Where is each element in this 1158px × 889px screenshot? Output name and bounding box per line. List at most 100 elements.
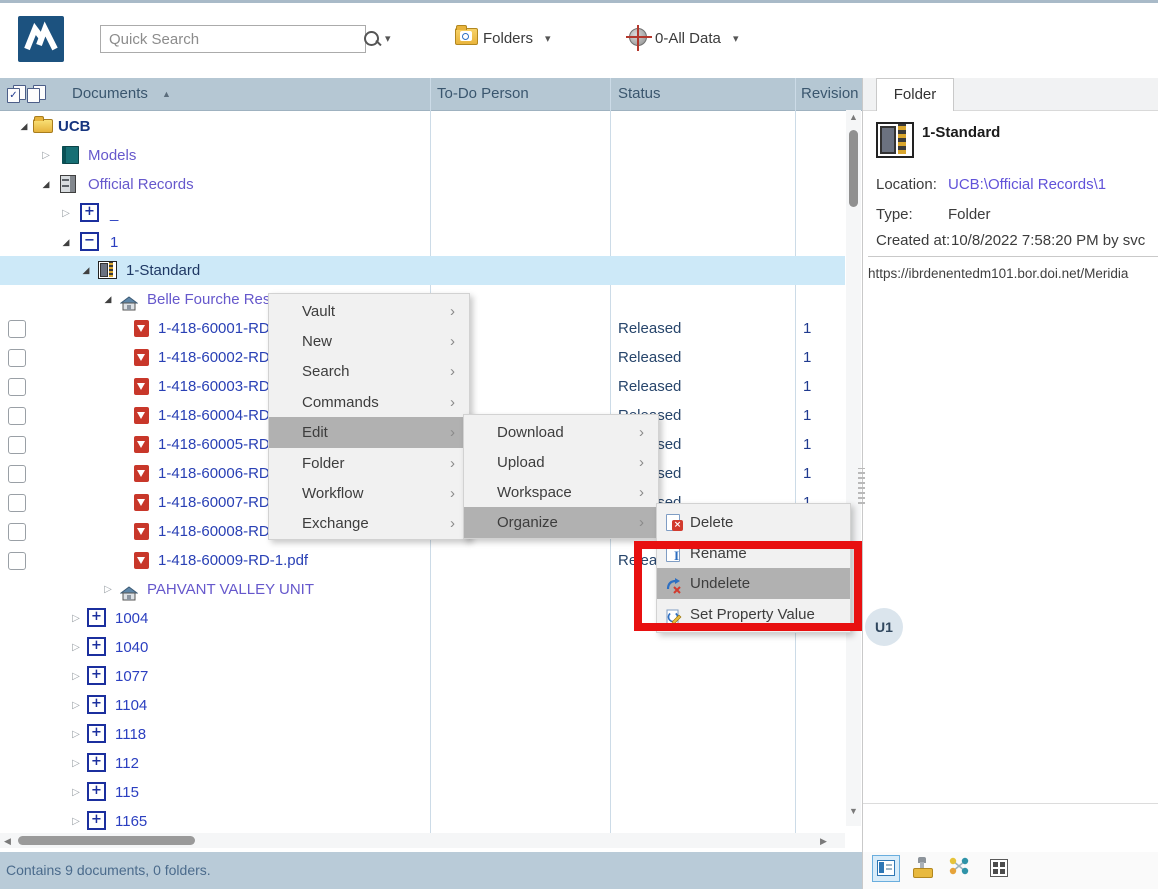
pdf-icon bbox=[134, 349, 149, 366]
tree-item-1-standard[interactable]: ◢ 1-Standard bbox=[0, 256, 845, 285]
tree-item-numbered[interactable]: ▷ + 112 bbox=[0, 749, 845, 778]
tree-item-ucb[interactable]: ◢ UCB bbox=[0, 112, 845, 141]
tree-item-numbered[interactable]: ▷ + 1118 bbox=[0, 720, 845, 749]
tree-item-numbered[interactable]: ▷ + 1165 bbox=[0, 807, 845, 836]
tab-folder[interactable]: Folder bbox=[876, 78, 954, 111]
cabinet-icon bbox=[60, 175, 76, 193]
panel-resize-gripper[interactable] bbox=[858, 468, 865, 504]
expand-closed-icon[interactable]: ▷ bbox=[70, 691, 82, 720]
plus-box-icon[interactable]: + bbox=[80, 203, 99, 222]
user-avatar[interactable]: U1 bbox=[865, 608, 903, 646]
select-all-icon[interactable]: ✓ bbox=[7, 85, 27, 104]
row-checkbox[interactable] bbox=[8, 378, 26, 396]
plus-box-icon[interactable]: + bbox=[87, 724, 106, 743]
plus-box-icon[interactable]: + bbox=[87, 608, 106, 627]
tree-item-1[interactable]: ◢ − 1 bbox=[0, 228, 845, 257]
scroll-up-icon[interactable]: ▲ bbox=[849, 112, 858, 122]
relations-button[interactable] bbox=[948, 855, 974, 880]
deselect-all-icon[interactable] bbox=[27, 85, 47, 104]
stamp-references-button[interactable] bbox=[910, 855, 936, 880]
expand-closed-icon[interactable]: ▷ bbox=[70, 604, 82, 633]
expand-open-icon[interactable]: ◢ bbox=[80, 256, 92, 285]
expand-closed-icon[interactable]: ▷ bbox=[70, 662, 82, 691]
vertical-scroll-thumb[interactable] bbox=[849, 130, 858, 207]
status-value: Released bbox=[618, 372, 681, 401]
expand-closed-icon[interactable]: ▷ bbox=[70, 633, 82, 662]
expand-closed-icon[interactable]: ▷ bbox=[60, 199, 72, 228]
search-icon[interactable] bbox=[364, 31, 379, 46]
plus-box-icon[interactable]: + bbox=[87, 666, 106, 685]
expand-open-icon[interactable]: ◢ bbox=[18, 112, 30, 141]
folder-type-icon bbox=[876, 122, 914, 158]
row-checkbox[interactable] bbox=[8, 552, 26, 570]
menu-item-edit[interactable]: Edit› bbox=[269, 417, 469, 448]
column-documents[interactable]: Documents bbox=[72, 78, 148, 110]
row-checkbox[interactable] bbox=[8, 349, 26, 367]
plus-box-icon[interactable]: + bbox=[87, 782, 106, 801]
expand-closed-icon[interactable]: ▷ bbox=[70, 778, 82, 807]
folders-caret-icon[interactable]: ▾ bbox=[545, 32, 551, 45]
expand-closed-icon[interactable]: ▷ bbox=[40, 141, 52, 170]
minus-box-icon[interactable]: − bbox=[80, 232, 99, 251]
menu-item-workspace[interactable]: Workspace› bbox=[464, 477, 658, 508]
expand-open-icon[interactable]: ◢ bbox=[40, 170, 52, 199]
expand-closed-icon[interactable]: ▷ bbox=[70, 807, 82, 836]
plus-box-icon[interactable]: + bbox=[87, 637, 106, 656]
tree-item-numbered[interactable]: ▷ + 1077 bbox=[0, 662, 845, 691]
row-checkbox[interactable] bbox=[8, 320, 26, 338]
expand-open-icon[interactable]: ◢ bbox=[60, 228, 72, 257]
expand-closed-icon[interactable]: ▷ bbox=[102, 575, 114, 604]
search-input[interactable] bbox=[100, 25, 366, 53]
expand-closed-icon[interactable]: ▷ bbox=[70, 720, 82, 749]
column-status[interactable]: Status bbox=[618, 78, 661, 110]
tree-label: 1104 bbox=[115, 691, 147, 720]
menu-item-exchange[interactable]: Exchange› bbox=[269, 508, 469, 539]
menu-item-folder[interactable]: Folder› bbox=[269, 448, 469, 479]
created-label: Created at: bbox=[876, 232, 950, 249]
expand-closed-icon[interactable]: ▷ bbox=[70, 749, 82, 778]
menu-item-new[interactable]: New› bbox=[269, 326, 469, 357]
scroll-down-icon[interactable]: ▼ bbox=[849, 806, 858, 816]
tree-item-underscore[interactable]: ▷ + _ bbox=[0, 199, 845, 228]
app-logo-icon[interactable] bbox=[18, 16, 64, 62]
plus-box-icon[interactable]: + bbox=[87, 753, 106, 772]
menu-item-delete[interactable]: × Delete bbox=[657, 507, 850, 538]
menu-item-upload[interactable]: Upload› bbox=[464, 447, 658, 478]
row-checkbox[interactable] bbox=[8, 465, 26, 483]
folders-button[interactable]: Folders bbox=[483, 30, 533, 47]
column-todo-person[interactable]: To-Do Person bbox=[437, 78, 529, 110]
menu-item-workflow[interactable]: Workflow› bbox=[269, 478, 469, 509]
scope-button[interactable]: 0-All Data bbox=[655, 30, 721, 47]
menu-item-organize[interactable]: Organize› bbox=[464, 507, 658, 538]
revision-value: 1 bbox=[803, 459, 811, 488]
row-checkbox[interactable] bbox=[8, 436, 26, 454]
expand-open-icon[interactable]: ◢ bbox=[102, 285, 114, 314]
tree-item-numbered[interactable]: ▷ + 1104 bbox=[0, 691, 845, 720]
tree-item-models[interactable]: ▷ Models bbox=[0, 141, 845, 170]
pdf-icon bbox=[134, 436, 149, 453]
menu-item-search[interactable]: Search› bbox=[269, 356, 469, 387]
row-checkbox[interactable] bbox=[8, 494, 26, 512]
menu-item-vault[interactable]: Vault› bbox=[269, 296, 469, 327]
row-checkbox[interactable] bbox=[8, 523, 26, 541]
thumbnail-view-button[interactable] bbox=[986, 855, 1012, 880]
tree-item-numbered[interactable]: ▷ + 115 bbox=[0, 778, 845, 807]
row-checkbox[interactable] bbox=[8, 407, 26, 425]
scope-caret-icon[interactable]: ▾ bbox=[733, 32, 739, 45]
properties-view-button[interactable] bbox=[872, 855, 900, 882]
scroll-right-icon[interactable]: ▶ bbox=[820, 836, 827, 847]
sort-asc-icon[interactable]: ▲ bbox=[162, 89, 171, 99]
plus-box-icon[interactable]: + bbox=[87, 695, 106, 714]
tree-label: 112 bbox=[115, 749, 139, 778]
column-revision[interactable]: Revision bbox=[801, 78, 859, 110]
location-link[interactable]: UCB:\Official Records\1 bbox=[948, 176, 1106, 193]
location-label: Location: bbox=[876, 176, 937, 193]
search-caret-icon[interactable]: ▾ bbox=[385, 32, 391, 45]
tree-item-official-records[interactable]: ◢ Official Records bbox=[0, 170, 845, 199]
tree-item-numbered[interactable]: ▷ + 1040 bbox=[0, 633, 845, 662]
horizontal-scroll-thumb[interactable] bbox=[18, 836, 195, 845]
menu-item-commands[interactable]: Commands› bbox=[269, 387, 469, 418]
scroll-left-icon[interactable]: ◀ bbox=[4, 836, 11, 847]
plus-box-icon[interactable]: + bbox=[87, 811, 106, 830]
menu-item-download[interactable]: Download› bbox=[464, 417, 658, 448]
